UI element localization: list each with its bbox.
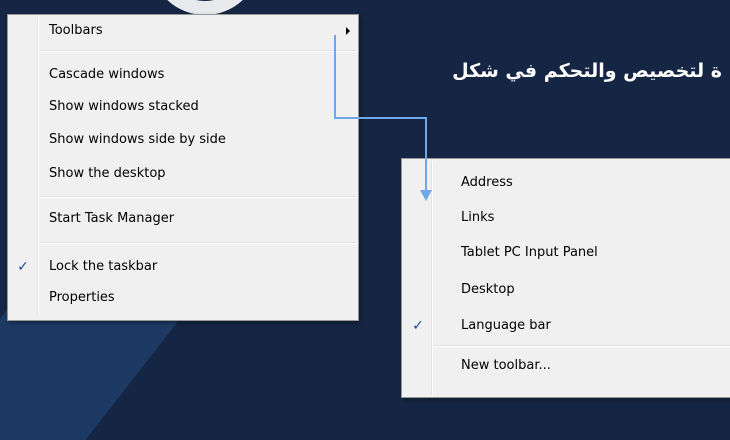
menu-item-show-windows-side-by-side[interactable]: Show windows side by side <box>10 128 356 152</box>
menu-item-label: Show windows side by side <box>49 132 226 147</box>
taskbar-context-menu: Toolbars Cascade windows Show windows st… <box>7 14 359 321</box>
toolbars-submenu: Address Links Tablet PC Input Panel Desk… <box>401 158 730 398</box>
menu-item-start-task-manager[interactable]: Start Task Manager <box>10 207 356 231</box>
menu-item-show-the-desktop[interactable]: Show the desktop <box>10 162 356 186</box>
menu-item-label: Tablet PC Input Panel <box>461 245 598 260</box>
menu-item-label: Lock the taskbar <box>49 259 158 274</box>
menu-item-label: Links <box>461 210 495 225</box>
menu-item-label: New toolbar... <box>461 358 551 373</box>
menu-item-label: Address <box>461 175 513 190</box>
submenu-arrow-icon <box>346 27 350 35</box>
menu-item-tablet-pc-input-panel[interactable]: Tablet PC Input Panel <box>404 241 730 265</box>
checkmark-icon: ✓ <box>17 259 29 275</box>
menu-item-properties[interactable]: Properties <box>10 286 356 310</box>
menu-separator <box>40 196 356 198</box>
menu-item-desktop[interactable]: Desktop <box>404 278 730 302</box>
menu-item-label: Properties <box>49 290 115 305</box>
arabic-headline: ة لتخصيص والتحكم في شكل <box>452 60 722 82</box>
menu-item-label: Start Task Manager <box>49 211 175 226</box>
menu-item-toolbars[interactable]: Toolbars <box>10 19 356 43</box>
menu-item-label: Toolbars <box>49 23 103 38</box>
menu-item-show-windows-stacked[interactable]: Show windows stacked <box>10 95 356 119</box>
menu-item-language-bar[interactable]: ✓ Language bar <box>404 314 730 338</box>
menu-item-new-toolbar[interactable]: New toolbar... <box>404 354 730 378</box>
menu-item-label: Language bar <box>461 318 551 333</box>
menu-item-cascade-windows[interactable]: Cascade windows <box>10 63 356 87</box>
checkmark-icon: ✓ <box>412 318 424 334</box>
background-stripe <box>0 300 195 440</box>
background-arc <box>150 0 260 15</box>
menu-item-address[interactable]: Address <box>404 171 730 195</box>
menu-separator <box>434 345 730 347</box>
menu-separator <box>40 50 356 52</box>
menu-item-label: Show windows stacked <box>49 99 199 114</box>
menu-item-links[interactable]: Links <box>404 206 730 230</box>
menu-separator <box>40 242 356 244</box>
menu-item-lock-the-taskbar[interactable]: ✓ Lock the taskbar <box>10 255 356 279</box>
menu-item-label: Show the desktop <box>49 166 166 181</box>
menu-item-label: Desktop <box>461 282 515 297</box>
menu-item-label: Cascade windows <box>49 67 165 82</box>
